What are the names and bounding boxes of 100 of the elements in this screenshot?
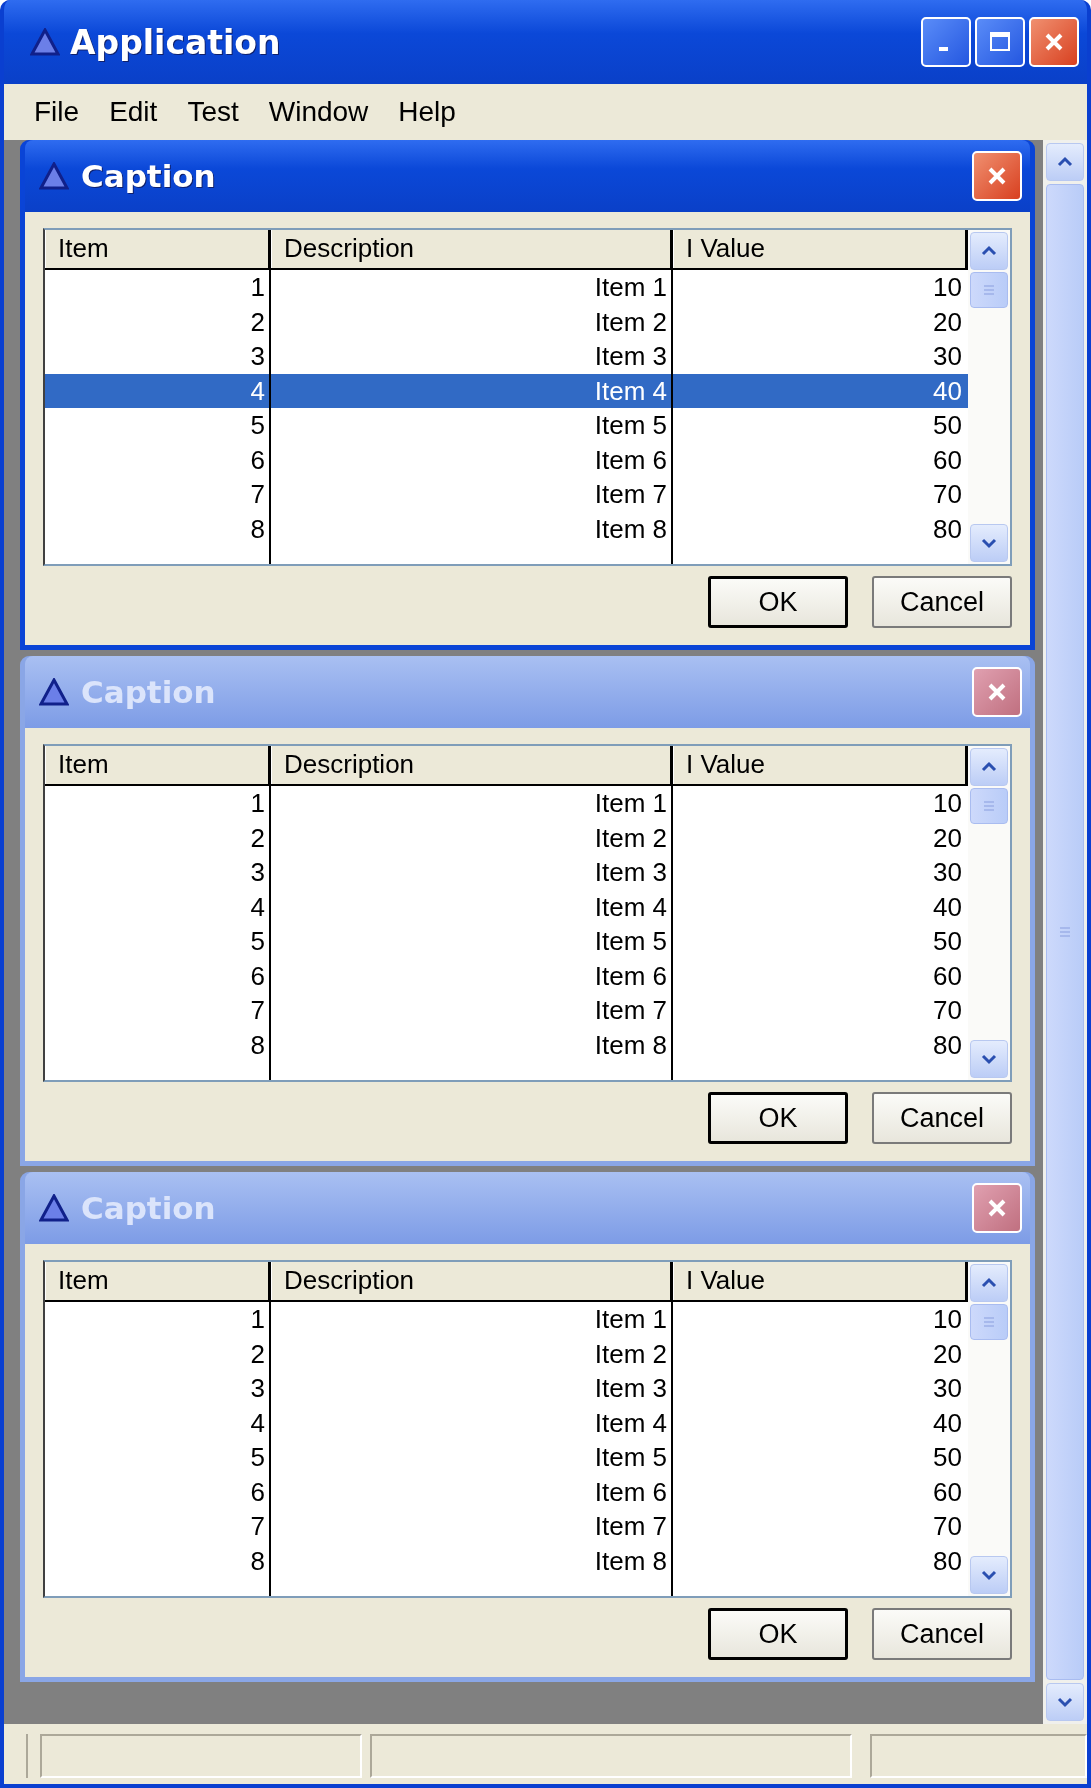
column-header[interactable]: Description [271, 1262, 673, 1300]
menu-item[interactable]: Help [398, 96, 456, 128]
menu-item[interactable]: File [34, 96, 80, 128]
minimize-button[interactable] [921, 17, 971, 67]
cancel-button[interactable]: Cancel [872, 1608, 1012, 1660]
ok-button[interactable]: OK [708, 1092, 848, 1144]
ok-button[interactable]: OK [708, 576, 848, 628]
column-header[interactable]: Description [271, 230, 673, 268]
list-row[interactable]: 3 Item 3 30 [45, 855, 968, 890]
list-row[interactable]: 5 Item 5 50 [45, 408, 968, 443]
table-cell-text: 80 [932, 1028, 963, 1062]
list-row[interactable]: 1 Item 1 10 [45, 270, 968, 305]
menu-item[interactable]: Edit [109, 96, 158, 128]
scrollbar[interactable] [968, 1262, 1010, 1596]
scrollbar[interactable] [968, 746, 1010, 1080]
list-row[interactable]: 4 Item 4 40 [45, 889, 968, 924]
list-row[interactable]: 3 Item 3 30 [45, 1371, 968, 1406]
scroll-up-button[interactable] [970, 748, 1008, 786]
table-cell-text: 70 [932, 994, 963, 1027]
close-button[interactable] [972, 151, 1022, 201]
list-row[interactable]: 7 Item 7 70 [45, 1509, 968, 1544]
list-row[interactable]: 5 Item 5 50 [45, 1440, 968, 1475]
scroll-down-button[interactable] [970, 524, 1008, 562]
list-row[interactable]: 2 Item 2 20 [45, 820, 968, 855]
table-cell-text: 2 [249, 305, 266, 339]
table-cell-text: Item 8 [593, 1544, 668, 1578]
column-header[interactable]: Item [45, 230, 271, 268]
table-cell-text: 20 [932, 821, 963, 855]
table-cell-text: 7 [249, 1510, 266, 1543]
table-cell-text: 4 [249, 890, 266, 924]
close-button[interactable] [972, 667, 1022, 717]
ok-button[interactable]: OK [708, 1608, 848, 1660]
scroll-up-button[interactable] [970, 232, 1008, 270]
close-button[interactable] [972, 1183, 1022, 1233]
scroll-thumb[interactable] [970, 788, 1008, 824]
table-cell-text: 80 [932, 512, 963, 546]
table-cell-text: 7 [249, 478, 266, 511]
table-cell-text: 10 [932, 1303, 963, 1336]
table-cell-text: Item 5 [593, 925, 668, 958]
list-row[interactable]: 3 Item 3 30 [45, 339, 968, 374]
table-cell-text: 10 [932, 271, 963, 304]
scroll-thumb[interactable] [1046, 184, 1084, 1680]
table-cell-text: 1 [249, 271, 266, 304]
list-row[interactable]: 1 Item 1 10 [45, 786, 968, 821]
cancel-button[interactable]: Cancel [872, 1092, 1012, 1144]
column-header[interactable]: Item [45, 746, 271, 784]
list-row[interactable]: 6 Item 6 60 [45, 958, 968, 993]
table-cell-text: Item 5 [593, 1441, 668, 1474]
list-row[interactable]: 6 Item 6 60 [45, 442, 968, 477]
list-row[interactable]: 6 Item 6 60 [45, 1474, 968, 1509]
table-cell-text: Item 2 [593, 821, 668, 855]
dialog-triangle-icon [39, 162, 69, 190]
scroll-up-button[interactable] [970, 1264, 1008, 1302]
list-row[interactable]: 2 Item 2 20 [45, 304, 968, 339]
table-cell-text: 50 [932, 1441, 963, 1474]
list-row[interactable]: 5 Item 5 50 [45, 924, 968, 959]
table-cell-text: 40 [932, 890, 963, 924]
menu-item[interactable]: Window [268, 96, 369, 128]
scroll-down-button[interactable] [970, 1556, 1008, 1594]
menu-item[interactable]: Test [187, 96, 239, 128]
table-cell-text: Item 7 [593, 1510, 668, 1543]
table-cell-text: Item 1 [593, 787, 668, 820]
table-cell-text: 6 [249, 443, 266, 477]
table-cell-text: 50 [932, 925, 963, 958]
cancel-button[interactable]: Cancel [872, 576, 1012, 628]
maximize-button[interactable] [975, 17, 1025, 67]
table-cell-text: 40 [932, 374, 963, 408]
list-row[interactable]: 8 Item 8 80 [45, 1027, 968, 1062]
list-row[interactable]: 7 Item 7 70 [45, 477, 968, 512]
table-cell-text: Item 3 [593, 1372, 668, 1405]
table-cell-text: 30 [932, 340, 963, 373]
table-cell-text: 60 [932, 443, 963, 477]
column-header[interactable]: Item [45, 1262, 271, 1300]
list-row[interactable]: 7 Item 7 70 [45, 993, 968, 1028]
list-row[interactable]: 1 Item 1 10 [45, 1302, 968, 1337]
window-title: Application [70, 22, 281, 62]
list-row[interactable]: 8 Item 8 80 [45, 511, 968, 546]
grip-icon [982, 1315, 996, 1329]
scroll-up-button[interactable] [1046, 143, 1084, 181]
table-cell-text: 30 [932, 856, 963, 889]
table-cell-text: Item 7 [593, 478, 668, 511]
table-cell-text: Item 6 [593, 959, 668, 993]
scroll-thumb[interactable] [970, 1304, 1008, 1340]
list-row[interactable]: 8 Item 8 80 [45, 1543, 968, 1578]
table-cell-text: 2 [249, 821, 266, 855]
list-row[interactable]: 2 Item 2 20 [45, 1336, 968, 1371]
scrollbar[interactable] [1043, 140, 1087, 1724]
scroll-down-button[interactable] [1046, 1683, 1084, 1721]
minimize-icon [938, 47, 948, 51]
scroll-down-button[interactable] [970, 1040, 1008, 1078]
table-cell-text: 60 [932, 959, 963, 993]
close-button[interactable] [1029, 17, 1079, 67]
scrollbar[interactable] [968, 230, 1010, 564]
dialog-triangle-icon [39, 678, 69, 706]
table-cell-text: Item 8 [593, 1028, 668, 1062]
column-header[interactable]: Description [271, 746, 673, 784]
list-row[interactable]: 4 Item 4 40 [45, 373, 968, 408]
table-cell-text: Item 5 [593, 409, 668, 442]
scroll-thumb[interactable] [970, 272, 1008, 308]
list-row[interactable]: 4 Item 4 40 [45, 1405, 968, 1440]
